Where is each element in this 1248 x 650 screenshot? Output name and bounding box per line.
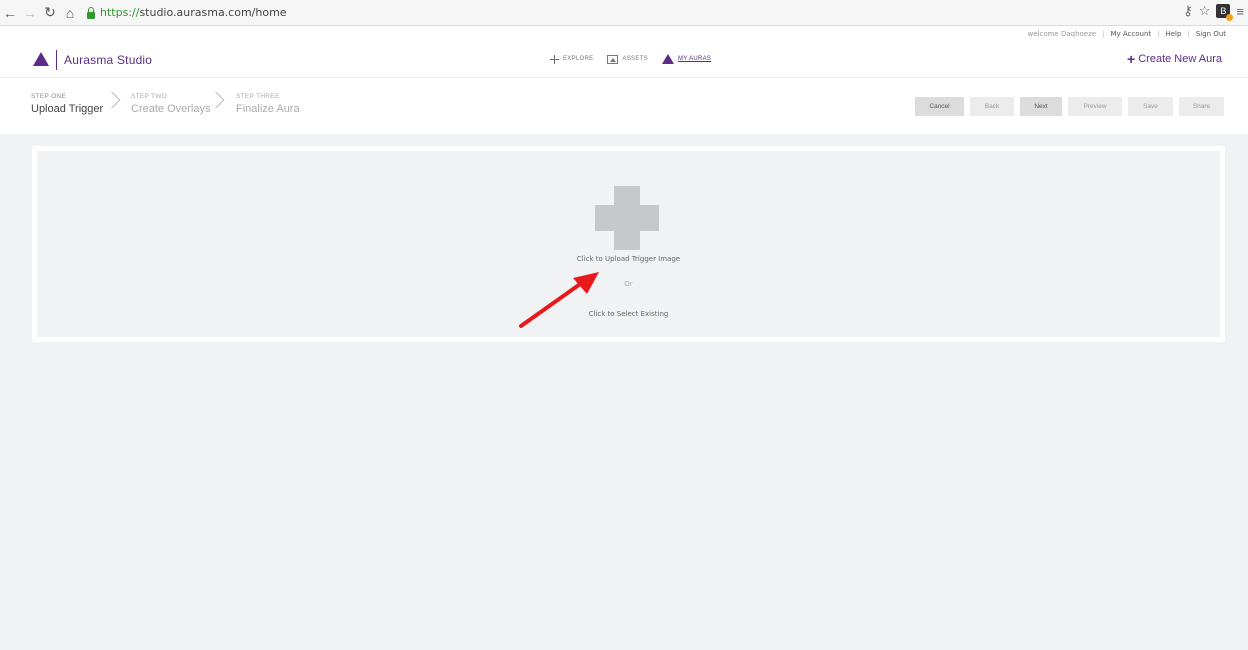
nav-assets[interactable]: ASSETS [607, 54, 648, 64]
key-icon[interactable]: ⚷ [1183, 3, 1193, 19]
sign-out-link[interactable]: Sign Out [1196, 30, 1226, 38]
app-header: Aurasma Studio EXPLORE ASSETS MY AURAS +… [0, 42, 1248, 78]
plus-icon: + [1127, 50, 1136, 67]
share-button[interactable]: Share [1179, 97, 1224, 116]
cancel-button[interactable]: Cancel [915, 97, 964, 116]
app-title[interactable]: Aurasma Studio [64, 53, 152, 67]
crosshair-icon [550, 54, 559, 64]
create-new-aura-label: Create New Aura [1138, 53, 1222, 65]
welcome-text: welcome Daqhoeze [1027, 30, 1097, 38]
step-finalize-aura[interactable]: STEP THREE Finalize Aura [236, 93, 300, 115]
back-button[interactable]: Back [970, 97, 1014, 116]
upload-plus-icon-bar[interactable] [595, 205, 659, 231]
forward-arrow-icon[interactable]: → [20, 3, 40, 23]
nav-my-auras-label: MY AURAS [677, 56, 712, 62]
upload-dropzone[interactable]: Click to Upload Trigger Image Or Click t… [37, 151, 1220, 337]
address-bar[interactable]: https://studio.aurasma.com/home [86, 3, 287, 23]
upload-trigger-panel: Click to Upload Trigger Image Or Click t… [32, 146, 1225, 342]
step-name: Upload Trigger [31, 103, 104, 115]
upload-trigger-link[interactable]: Click to Upload Trigger Image [37, 255, 1220, 263]
user-bar: welcome Daqhoeze | My Account | Help | S… [1028, 28, 1227, 40]
aurasma-logo-icon[interactable] [33, 52, 49, 66]
reload-icon[interactable]: ↻ [40, 3, 60, 23]
main-nav: EXPLORE ASSETS MY AURAS [550, 54, 711, 64]
help-link[interactable]: Help [1165, 30, 1181, 38]
separator: | [1102, 30, 1105, 38]
chevron-right-icon [103, 91, 121, 109]
logo-divider [56, 50, 57, 70]
red-arrow-annotation [519, 272, 599, 328]
wizard-actions: Cancel Back Next Preview Save Share [915, 97, 1224, 116]
nav-assets-label: ASSETS [622, 56, 648, 62]
create-new-aura-button[interactable]: + Create New Aura [1127, 50, 1222, 67]
my-account-link[interactable]: My Account [1110, 30, 1151, 38]
select-existing-link[interactable]: Click to Select Existing [37, 310, 1220, 318]
browser-toolbar: ← → ↻ ⌂ https://studio.aurasma.com/home … [0, 0, 1248, 26]
or-text: Or [624, 280, 633, 288]
step-upload-trigger[interactable]: STEP ONE Upload Trigger [31, 93, 103, 115]
home-icon[interactable]: ⌂ [60, 3, 80, 23]
step-number: STEP ONE [31, 93, 67, 100]
nav-explore[interactable]: EXPLORE [550, 54, 594, 64]
preview-button[interactable]: Preview [1068, 97, 1122, 116]
menu-icon[interactable]: ≡ [1236, 4, 1244, 19]
nav-my-auras[interactable]: MY AURAS [661, 54, 712, 64]
image-icon [607, 54, 619, 64]
wizard-steps-bar: STEP ONE Upload Trigger STEP TWO Create … [0, 78, 1248, 134]
back-arrow-icon[interactable]: ← [0, 3, 20, 23]
step-name: Create Overlays [131, 103, 211, 115]
step-number: STEP THREE [236, 93, 280, 100]
aurasma-triangle-icon [661, 54, 674, 64]
nav-explore-label: EXPLORE [563, 56, 594, 62]
next-button[interactable]: Next [1020, 97, 1062, 116]
main-content: Click to Upload Trigger Image Or Click t… [0, 134, 1248, 650]
step-number: STEP TWO [131, 93, 168, 100]
extension-icon[interactable]: B [1216, 4, 1234, 21]
lock-icon [86, 6, 96, 19]
url-protocol: https:// [100, 6, 140, 19]
step-create-overlays[interactable]: STEP TWO Create Overlays [131, 93, 210, 115]
separator: | [1157, 30, 1160, 38]
step-name: Finalize Aura [236, 103, 300, 115]
star-icon[interactable]: ☆ [1199, 3, 1211, 19]
save-button[interactable]: Save [1128, 97, 1173, 116]
url-host: studio.aurasma.com/home [139, 6, 287, 19]
separator: | [1187, 30, 1190, 38]
